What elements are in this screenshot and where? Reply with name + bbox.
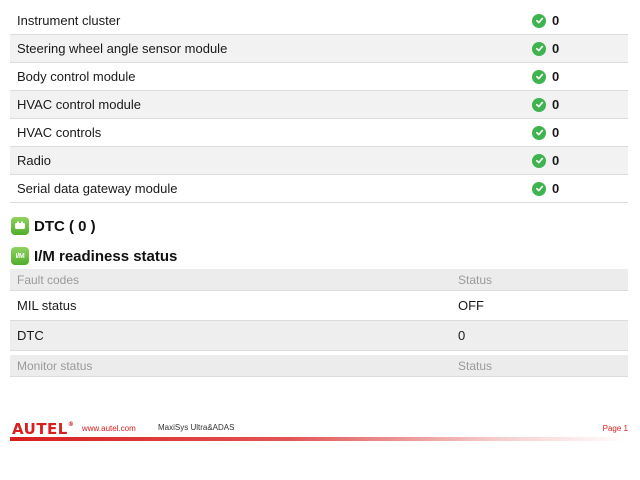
table-row: Radio 0 bbox=[10, 147, 628, 175]
monitor-status-table: Monitor status Status bbox=[10, 355, 628, 377]
fault-codes-table: Fault codes Status MIL status OFF DTC 0 bbox=[10, 269, 628, 351]
page-number: Page 1 bbox=[602, 424, 628, 433]
module-name: HVAC controls bbox=[17, 125, 102, 140]
table-header: Monitor status Status bbox=[10, 355, 628, 377]
im-readiness-header: I/M I/M readiness status bbox=[11, 247, 177, 265]
footer-website: www.autel.com bbox=[82, 424, 136, 433]
module-status-table: Instrument cluster 0 Steering wheel angl… bbox=[10, 7, 628, 203]
dtc-count: 0 bbox=[552, 13, 560, 28]
logo-text: AUTEL bbox=[12, 420, 68, 438]
im-readiness-title: I/M readiness status bbox=[34, 247, 178, 265]
table-row: Body control module 0 bbox=[10, 63, 628, 91]
dtc-count: 0 bbox=[552, 125, 560, 140]
module-status: 0 bbox=[532, 41, 628, 56]
dtc-section-title: DTC ( 0 ) bbox=[34, 217, 96, 235]
table-row: MIL status OFF bbox=[10, 291, 628, 321]
check-circle-icon bbox=[532, 41, 546, 56]
module-name: Instrument cluster bbox=[17, 13, 121, 28]
table-header: Fault codes Status bbox=[10, 269, 628, 291]
dtc-count: 0 bbox=[552, 181, 560, 196]
footer-product-name: MaxiSys Ultra&ADAS bbox=[158, 423, 235, 432]
row-label: DTC bbox=[17, 328, 44, 343]
row-value: OFF bbox=[458, 298, 484, 313]
footer-divider bbox=[10, 437, 628, 441]
im-readiness-icon: I/M bbox=[11, 247, 29, 265]
table-row: HVAC control module 0 bbox=[10, 91, 628, 119]
module-status: 0 bbox=[532, 97, 628, 112]
autel-logo: AUTEL® bbox=[12, 420, 74, 438]
module-name: Radio bbox=[17, 153, 51, 168]
module-status: 0 bbox=[532, 13, 628, 28]
module-name: Steering wheel angle sensor module bbox=[17, 41, 228, 56]
column-header-monitor-status: Monitor status bbox=[17, 358, 93, 373]
module-status: 0 bbox=[532, 181, 628, 196]
page-footer: AUTEL® www.autel.com MaxiSys Ultra&ADAS … bbox=[0, 419, 640, 443]
check-circle-icon bbox=[532, 181, 546, 196]
dtc-count: 0 bbox=[552, 69, 560, 84]
check-circle-icon bbox=[532, 13, 546, 28]
module-status: 0 bbox=[532, 153, 628, 168]
check-circle-icon bbox=[532, 125, 546, 140]
dtc-section-header: DTC ( 0 ) bbox=[11, 217, 96, 235]
report-page: Instrument cluster 0 Steering wheel angl… bbox=[0, 0, 640, 480]
table-row: DTC 0 bbox=[10, 321, 628, 351]
column-header-fault-codes: Fault codes bbox=[17, 272, 80, 287]
column-header-status: Status bbox=[458, 272, 493, 287]
column-header-status: Status bbox=[458, 358, 493, 373]
dtc-icon bbox=[11, 217, 29, 235]
check-circle-icon bbox=[532, 153, 546, 168]
module-name: Body control module bbox=[17, 69, 136, 84]
table-row: Serial data gateway module 0 bbox=[10, 175, 628, 203]
dtc-count: 0 bbox=[552, 41, 560, 56]
module-name: Serial data gateway module bbox=[17, 181, 178, 196]
module-status: 0 bbox=[532, 69, 628, 84]
table-row: Instrument cluster 0 bbox=[10, 7, 628, 35]
row-value: 0 bbox=[458, 328, 466, 343]
registered-mark: ® bbox=[67, 421, 75, 428]
module-name: HVAC control module bbox=[17, 97, 142, 112]
table-row: HVAC controls 0 bbox=[10, 119, 628, 147]
dtc-count: 0 bbox=[552, 97, 560, 112]
dtc-count: 0 bbox=[552, 153, 560, 168]
row-label: MIL status bbox=[17, 298, 77, 313]
module-status: 0 bbox=[532, 125, 628, 140]
table-row: Steering wheel angle sensor module 0 bbox=[10, 35, 628, 63]
check-circle-icon bbox=[532, 69, 546, 84]
check-circle-icon bbox=[532, 97, 546, 112]
